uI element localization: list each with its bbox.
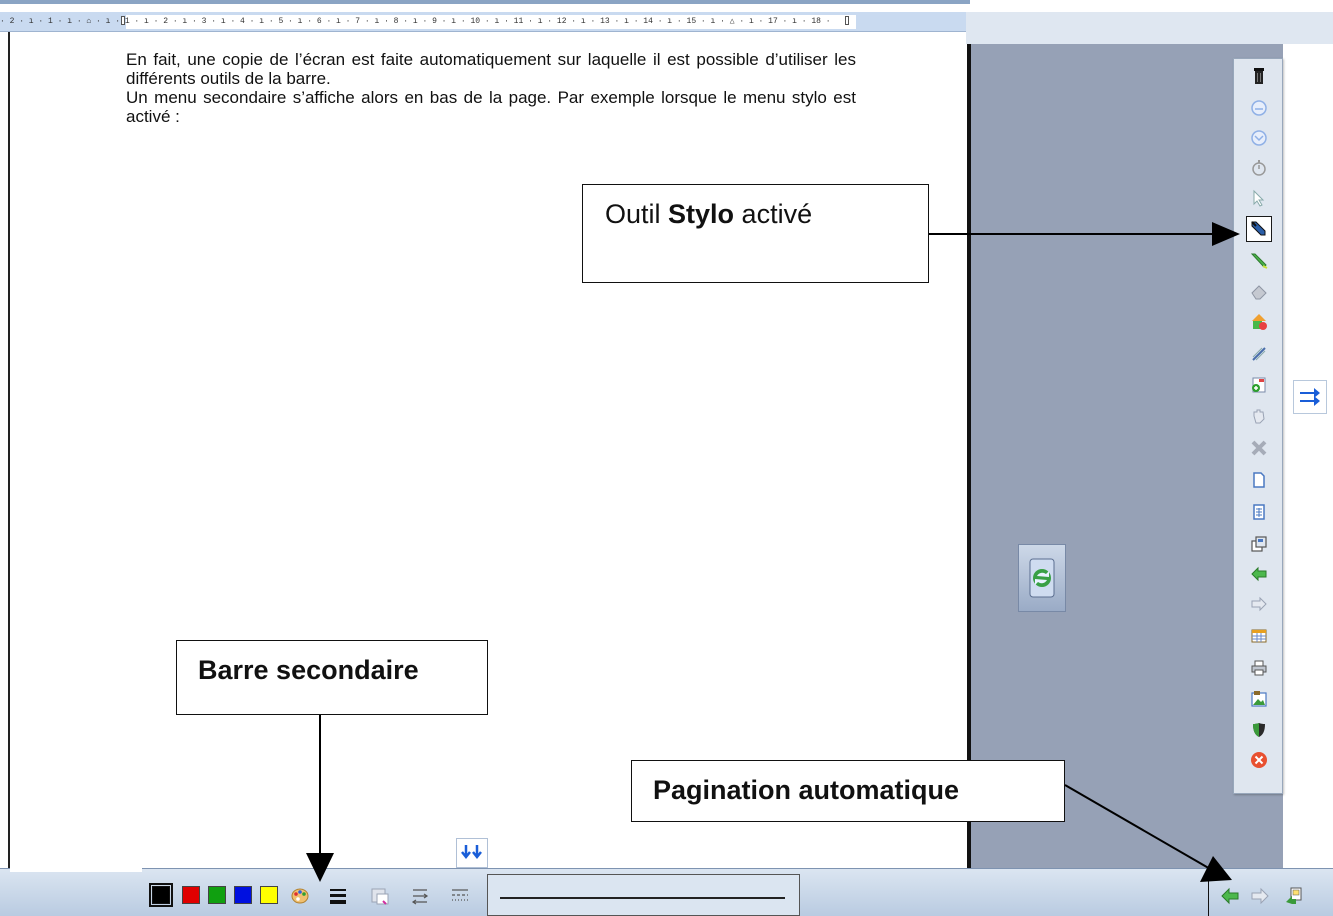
line-style-icon[interactable]: [448, 884, 472, 908]
ruler-empty-area: [966, 12, 1333, 44]
eraser-icon[interactable]: [1246, 279, 1272, 305]
scroll-down-button[interactable]: [456, 838, 488, 868]
callout-pen-suffix: activé: [734, 199, 813, 229]
main-toolbar: [1233, 58, 1283, 794]
left-indent-marker[interactable]: [121, 16, 125, 25]
right-indent-marker[interactable]: [845, 16, 849, 25]
add-page-icon[interactable]: [1246, 372, 1272, 398]
horizontal-ruler[interactable]: · 2 · ı · 1 · ı · ⌂ · ı · 1 · ı · 2 · ı …: [0, 12, 966, 32]
next-page-icon[interactable]: [1248, 884, 1272, 908]
line-width-icon[interactable]: [326, 884, 350, 908]
recycle-icon: [1029, 558, 1055, 598]
color-palette-icon[interactable]: [288, 884, 312, 908]
pagination-separator: [1208, 872, 1209, 916]
callout-pen-prefix: Outil: [605, 199, 669, 229]
print-icon[interactable]: [1246, 655, 1272, 681]
paragraph-1: En fait, une copie de l’écran est faite …: [126, 50, 856, 88]
callout-secondary-bar: Barre secondaire: [176, 640, 488, 715]
back-arrow-icon[interactable]: [1246, 561, 1272, 587]
table-icon[interactable]: [1246, 623, 1272, 649]
stopwatch-icon[interactable]: [1246, 155, 1272, 181]
page-left-border: [8, 32, 10, 868]
document-body[interactable]: En fait, une copie de l’écran est faite …: [126, 50, 856, 126]
right-margin-strip: [1283, 44, 1333, 868]
hand-icon[interactable]: [1246, 403, 1272, 429]
shapes-icon[interactable]: [1246, 309, 1272, 335]
color-swatch-blue[interactable]: [234, 886, 252, 904]
highlighter-icon[interactable]: [1246, 247, 1272, 273]
double-down-arrow-icon: [461, 845, 482, 860]
arrow-style-icon[interactable]: [408, 884, 432, 908]
page-bottom-edge: [10, 868, 142, 872]
color-swatch-yellow[interactable]: [260, 886, 278, 904]
refresh-button[interactable]: [1018, 544, 1066, 612]
color-swatch-green[interactable]: [208, 886, 226, 904]
page-info-icon[interactable]: [1282, 884, 1306, 908]
toolbar-toggle-button[interactable]: [1293, 380, 1327, 414]
window-top-edge: [0, 0, 970, 4]
page-grid-icon[interactable]: [1246, 499, 1272, 525]
copy-page-icon[interactable]: [1246, 531, 1272, 557]
color-swatch-black[interactable]: [149, 883, 173, 907]
close-icon[interactable]: [1246, 747, 1272, 773]
forward-arrow-icon[interactable]: [1246, 591, 1272, 617]
color-swatch-red[interactable]: [182, 886, 200, 904]
ruler-numbers: · 2 · ı · 1 · ı · ⌂ · ı · 1 · ı · 2 · ı …: [0, 17, 831, 26]
swap-arrows-icon: [1300, 388, 1320, 406]
circle-down-icon[interactable]: [1246, 125, 1272, 151]
delete-icon[interactable]: [1246, 435, 1272, 461]
line-preview-box[interactable]: [487, 874, 800, 916]
pen-icon[interactable]: [1246, 216, 1272, 242]
screenshot-icon[interactable]: [1246, 686, 1272, 712]
callout-pen-tool: Outil Stylo activé: [582, 184, 929, 283]
callout-pagination: Pagination automatique: [631, 760, 1065, 822]
previous-page-icon[interactable]: [1218, 884, 1242, 908]
callout-pen-bold: Stylo: [668, 199, 735, 229]
pointer-icon[interactable]: [1246, 185, 1272, 211]
line-preview-stroke: [500, 897, 785, 899]
paragraph-2: Un menu secondaire s’affiche alors en ba…: [126, 88, 856, 126]
transparency-icon[interactable]: [368, 884, 392, 908]
shield-icon[interactable]: [1246, 717, 1272, 743]
screen: · 2 · ı · 1 · ı · ⌂ · ı · 1 · ı · 2 · ı …: [0, 0, 1333, 916]
trash-icon[interactable]: [1246, 63, 1272, 89]
line-tool-icon[interactable]: [1246, 341, 1272, 367]
blank-page-icon[interactable]: [1246, 467, 1272, 493]
circle-up-icon[interactable]: [1246, 95, 1272, 121]
